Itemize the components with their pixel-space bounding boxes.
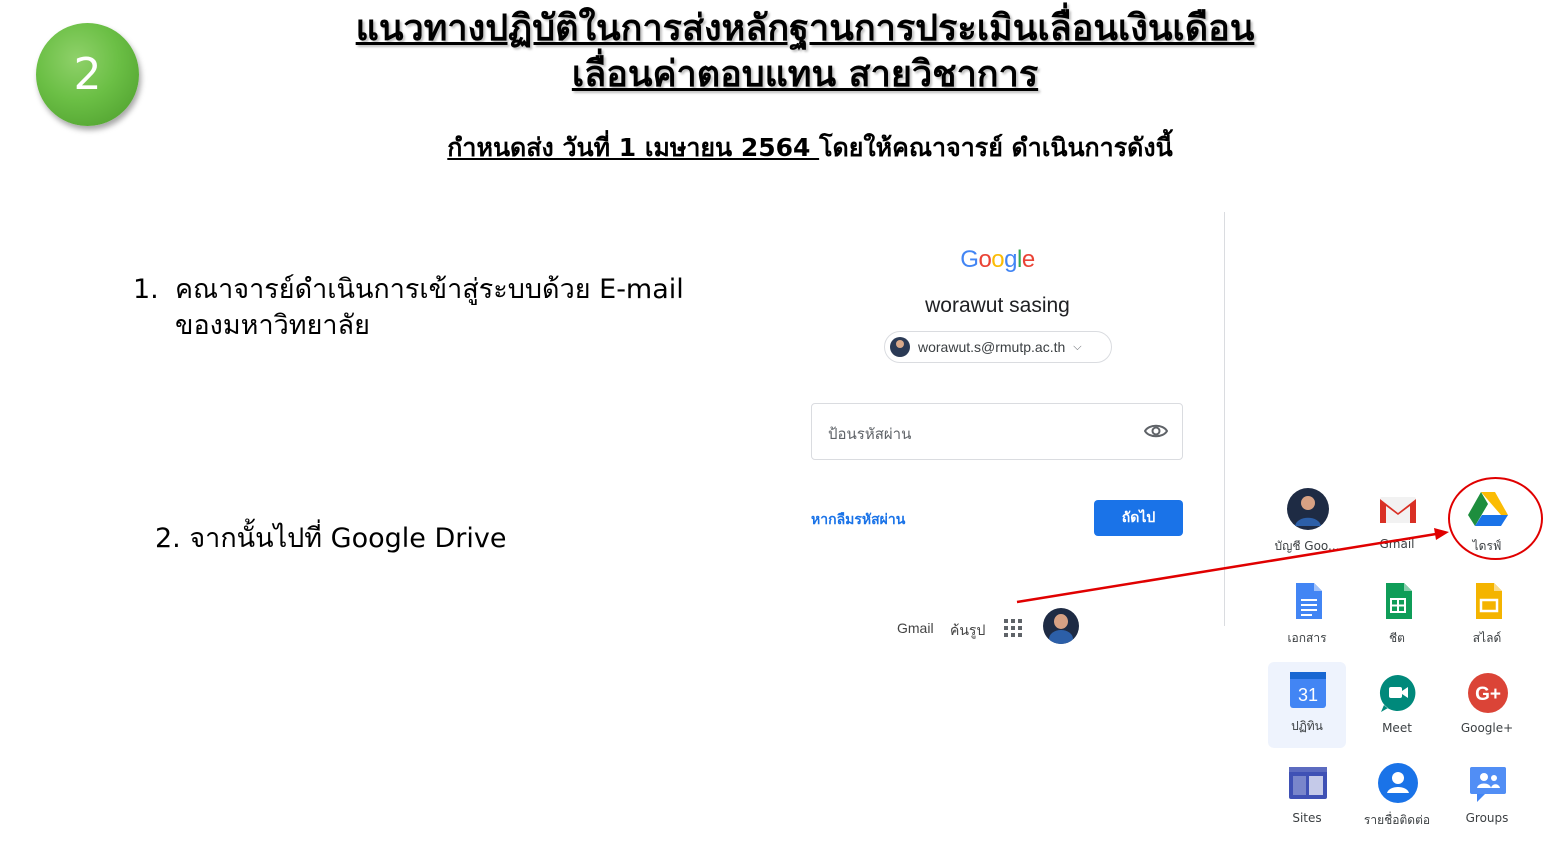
slides-icon [1476,583,1502,619]
app-label: Groups [1465,811,1509,825]
account-email: worawut.s@rmutp.ac.th [918,339,1066,355]
divider [1224,212,1225,626]
contacts-icon [1378,763,1418,803]
avatar [890,337,910,357]
app-account[interactable]: บัญชี Goo... [1262,482,1352,568]
page-title: แนวทางปฏิบัติในการส่งหลักฐานการประเมินเล… [220,6,1390,98]
images-link[interactable]: ค้นรูป [950,620,985,642]
step-number-badge: 2 [36,23,139,126]
app-calendar[interactable]: 31 ปฏิทิน [1268,662,1346,748]
show-password-eye-icon[interactable] [1144,421,1168,441]
app-label: Sites [1292,811,1322,825]
chevron-down-icon: ⌵ [1073,340,1082,353]
app-label: รายชื่อติดต่อ [1363,813,1431,827]
account-avatar[interactable] [1043,608,1079,644]
google-signin-panel: Google worawut sasing worawut.s@rmutp.ac… [800,210,1225,650]
step-1-line-2: ของมหาวิทยาลัย [175,310,370,341]
app-label: สไลด์ [1472,631,1502,645]
app-label: Gmail [1379,537,1415,551]
app-sites[interactable]: Sites [1262,756,1352,842]
sheets-icon [1386,583,1412,619]
gmail-link[interactable]: Gmail [897,620,934,636]
app-docs[interactable]: เอกสาร [1262,574,1352,660]
deadline-date: กำหนดส่ง วันที่ 1 เมษายน 2564 [447,133,820,162]
google-plus-icon: G+ [1468,673,1508,713]
step-1-line-1: คณาจารย์ดำเนินการเข้าสู่ระบบด้วย E-mail [175,274,684,305]
account-avatar-icon [1287,488,1329,530]
app-gmail[interactable]: Gmail [1352,482,1442,568]
app-sheets[interactable]: ชีต [1352,574,1442,660]
app-meet[interactable]: Meet [1352,666,1442,752]
drive-highlight-circle [1448,477,1543,560]
apps-grid-icon[interactable] [1004,619,1022,637]
sites-icon [1289,767,1327,799]
app-google-plus[interactable]: G+ Google+ [1442,666,1532,752]
app-label: ชีต [1389,631,1405,645]
app-label: บัญชี Goo... [1274,539,1340,553]
meet-icon [1379,674,1416,712]
google-logo: Google [960,246,1035,273]
app-label: เอกสาร [1287,631,1327,645]
groups-icon [1470,767,1506,802]
calendar-day: 31 [1298,685,1318,705]
app-contacts[interactable]: รายชื่อติดต่อ [1352,756,1442,842]
step-2: 2. จากนั้นไปที่ Google Drive [155,523,507,554]
calendar-icon: 31 [1290,672,1326,708]
deadline-text: กำหนดส่ง วันที่ 1 เมษายน 2564 โดยให้คณาจ… [300,128,1320,168]
forgot-password-link[interactable]: หากลืมรหัสผ่าน [811,509,905,531]
svg-text:G+: G+ [1475,684,1501,705]
app-label: ปฏิทิน [1291,719,1323,733]
app-groups[interactable]: Groups [1442,756,1532,842]
docs-icon [1296,583,1322,619]
title-line-1: แนวทางปฏิบัติในการส่งหลักฐานการประเมินเล… [355,8,1255,49]
gmail-icon [1380,497,1416,523]
deadline-instruction: โดยให้คณาจารย์ ดำเนินการดังนี้ [819,133,1173,162]
next-button[interactable]: ถัดไป [1094,500,1183,536]
password-placeholder: ป้อนรหัสผ่าน [828,426,912,443]
app-label: Meet [1382,721,1412,735]
account-name: worawut sasing [925,294,1070,317]
app-slides[interactable]: สไลด์ [1442,574,1532,660]
title-line-2: เลื่อนค่าตอบแทน สายวิชาการ [571,54,1039,95]
account-chip[interactable]: worawut.s@rmutp.ac.th ⌵ [884,331,1112,363]
step-1-number: 1. [133,274,159,305]
app-label: Google+ [1460,721,1514,735]
password-input[interactable]: ป้อนรหัสผ่าน [811,403,1183,460]
